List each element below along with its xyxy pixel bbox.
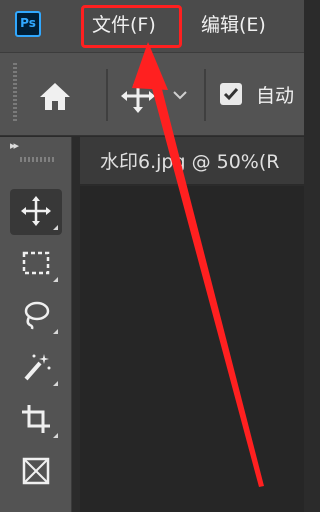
move-tool-icon: [21, 196, 51, 226]
photoshop-logo[interactable]: Ps: [15, 11, 41, 37]
tool-magic-wand[interactable]: [10, 345, 62, 391]
home-button[interactable]: [36, 79, 74, 113]
document-tab-bar: 水印6.jpg @ 50%(R: [80, 137, 304, 185]
tool-frame[interactable]: [10, 449, 62, 495]
annotation-highlight-box: [81, 5, 182, 48]
magic-wand-icon: [24, 354, 51, 381]
flyout-indicator: [53, 381, 58, 386]
marquee-icon: [22, 251, 50, 275]
auto-select-checkbox[interactable]: [220, 83, 242, 105]
crop-icon: [22, 405, 50, 433]
tool-preset-picker[interactable]: [118, 77, 158, 115]
logo-text: Ps: [20, 16, 36, 30]
home-icon: [40, 83, 70, 110]
document-tab[interactable]: 水印6.jpg @ 50%(R: [100, 147, 279, 174]
checkmark-icon: [223, 88, 239, 101]
options-bar: 自动: [0, 52, 304, 136]
options-bar-grip[interactable]: [13, 63, 17, 123]
panel-grip[interactable]: [20, 157, 54, 162]
flyout-indicator: [53, 225, 58, 230]
tool-move[interactable]: [10, 189, 62, 235]
collapse-panel-icon[interactable]: ▸▸: [10, 139, 19, 152]
menu-edit[interactable]: 编辑(E): [201, 10, 266, 40]
tools-panel: ▸▸: [0, 137, 72, 512]
move-icon: [121, 79, 155, 113]
menu-bar: Ps 文件(F) 编辑(E): [0, 0, 304, 52]
chevron-down-icon[interactable]: [172, 87, 188, 103]
tool-crop[interactable]: [10, 397, 62, 443]
auto-select-label: 自动: [256, 85, 295, 107]
tool-lasso[interactable]: [10, 293, 62, 339]
flyout-indicator: [53, 277, 58, 282]
flyout-indicator: [53, 433, 58, 438]
flyout-indicator: [53, 329, 58, 334]
toolbar-separator: [106, 69, 108, 121]
tool-rectangular-marquee[interactable]: [10, 241, 62, 287]
frame-icon: [22, 457, 50, 485]
document-canvas[interactable]: [80, 186, 304, 512]
toolbar-separator: [204, 69, 206, 121]
lasso-icon: [24, 301, 50, 330]
